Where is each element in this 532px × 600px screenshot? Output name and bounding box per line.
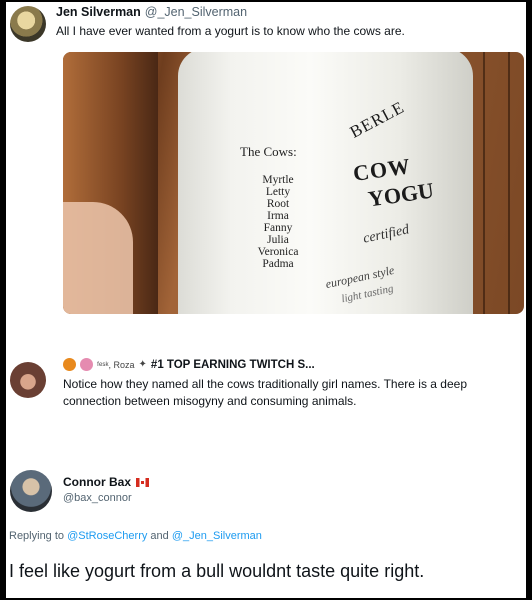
cake-emoji-icon [80,358,93,371]
wood-plank-line [508,52,510,314]
replying-and: and [150,530,169,542]
jar-cows-title: The Cows: [240,144,297,159]
cow-name: Padma [262,258,294,270]
tweet3-author-handle[interactable]: @bax_connor [63,492,132,504]
tweet2-header[interactable]: ᶠᵉˢᵏ, Roza ✦ #1 TOP EARNING TWITCH S... [63,358,315,371]
hand-holding-jar [63,202,133,314]
tweet2-display-title[interactable]: #1 TOP EARNING TWITCH S... [151,359,315,371]
tweet1-author[interactable]: Jen Silverman @_Jen_Silverman [56,5,247,19]
cow-name: Letty [265,186,291,198]
avatar-roza[interactable] [10,362,46,398]
tweet1-author-name[interactable]: Jen Silverman [56,5,141,19]
tweet3-text: I feel like yogurt from a bull wouldnt t… [9,561,425,581]
tweet1-photo-yogurt-jar[interactable]: The Cows: Myrtle Letty Root Irma Fanny J… [63,52,524,314]
tweet1-text: All I have ever wanted from a yogurt is … [56,24,405,38]
tweet3-author-name[interactable]: Connor Bax [63,475,131,489]
replying-to-line: Replying to @StRoseCherry and @_Jen_Silv… [9,530,262,542]
jar-cow-names: Myrtle Letty Root Irma Fanny Julia Veron… [248,174,308,270]
tweet2-text: Notice how they named all the cows tradi… [63,377,467,408]
replying-prefix: Replying to [9,530,65,542]
mention-link[interactable]: @_Jen_Silverman [172,530,262,542]
pumpkin-emoji-icon [63,358,76,371]
cow-name: Julia [267,234,289,246]
tweet3-author[interactable]: Connor Bax [63,475,150,489]
avatar-connor-bax[interactable] [10,470,52,512]
canada-flag-icon [136,477,150,487]
tweet1-author-handle[interactable]: @_Jen_Silverman [145,5,247,19]
cow-name: Veronica [257,246,299,258]
cow-name: Myrtle [262,174,294,186]
mention-link[interactable]: @StRoseCherry [67,530,147,542]
tweet2-author-name[interactable]: ᶠᵉˢᵏ, Roza [97,360,135,370]
screenshot-frame: Jen Silverman @_Jen_Silverman All I have … [6,2,526,598]
cow-name: Fanny [263,222,293,234]
sparkle-emoji-icon: ✦ [138,359,147,370]
cow-name: Irma [267,210,289,222]
avatar-jen-silverman[interactable] [10,6,46,42]
wood-plank-line [483,52,485,314]
cow-name: Root [266,198,290,210]
